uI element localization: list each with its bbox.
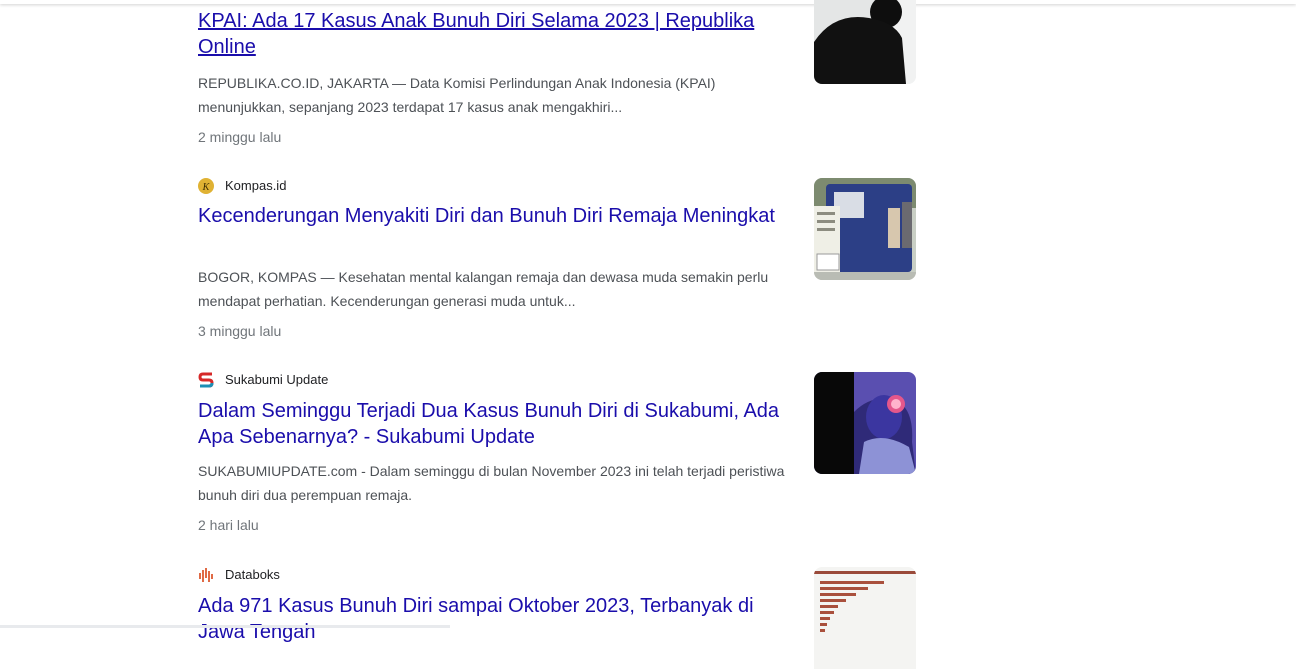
result-title-link[interactable]: KPAI: Ada 17 Kasus Anak Bunuh Diri Selam… — [198, 8, 798, 60]
result-title-link[interactable]: Dalam Seminggu Terjadi Dua Kasus Bunuh D… — [198, 398, 798, 450]
result-timestamp: 2 hari lalu — [198, 517, 259, 533]
mental-health-illustration-thumbnail[interactable] — [814, 372, 916, 474]
result-snippet: BOGOR, KOMPAS — Kesehatan mental kalanga… — [198, 269, 769, 309]
source-name: Sukabumi Update — [225, 372, 329, 387]
result-title-link[interactable]: Kecenderungan Menyakiti Diri dan Bunuh D… — [198, 203, 798, 229]
result-timestamp: 3 minggu lalu — [198, 323, 282, 339]
search-results-list: KPAI: Ada 17 Kasus Anak Bunuh Diri Selam… — [0, 0, 1296, 669]
result-snippet: REPUBLIKA.CO.ID, JAKARTA — Data Komisi P… — [198, 75, 716, 115]
kompas-icon: K — [198, 178, 214, 194]
result-timestamp: 2 minggu lalu — [198, 129, 282, 145]
result-title-link[interactable]: Ada 971 Kasus Bunuh Diri sampai Oktober … — [198, 593, 798, 645]
van-photo-thumbnail[interactable] — [814, 178, 916, 280]
result-source[interactable]: K Kompas.id — [198, 178, 286, 194]
result-snippet: SUKABUMIUPDATE.com - Dalam seminggu di b… — [198, 463, 785, 503]
source-name: Kompas.id — [225, 178, 287, 193]
bar-chart-thumbnail[interactable] — [814, 567, 916, 669]
result-source[interactable]: Sukabumi Update — [198, 372, 328, 388]
databoks-icon — [198, 567, 214, 583]
result-source[interactable]: Databoks — [198, 567, 280, 583]
svg-text:K: K — [202, 182, 211, 193]
sukabumi-update-icon — [198, 372, 214, 388]
silhouette-photo-thumbnail[interactable] — [814, 0, 916, 84]
source-name: Databoks — [225, 567, 280, 582]
